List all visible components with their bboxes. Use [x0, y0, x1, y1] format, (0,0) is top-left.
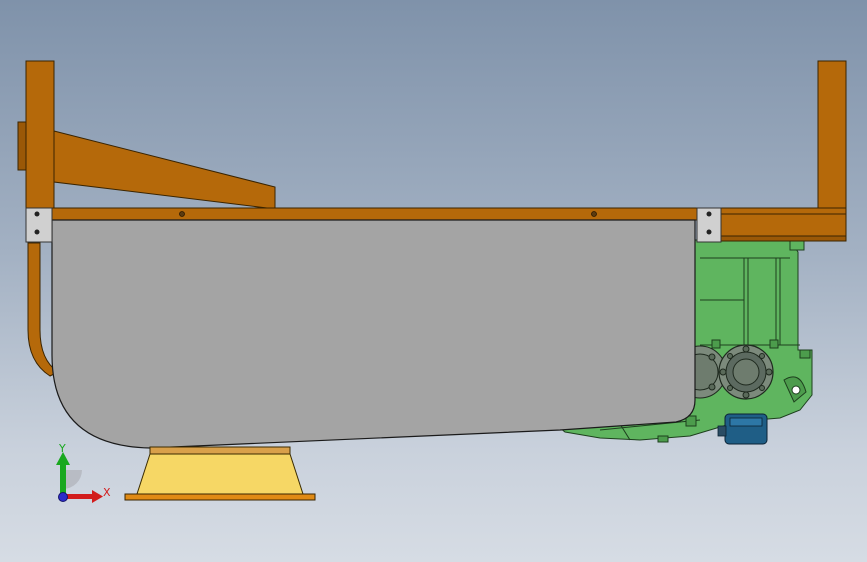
left-corner-bracket[interactable]: [25, 207, 53, 243]
x-axis-label: X: [103, 486, 111, 499]
y-axis-label: Y: [59, 442, 66, 455]
bearing-flange-right[interactable]: [718, 344, 774, 400]
diagonal-brace[interactable]: [53, 130, 276, 210]
left-frame-post[interactable]: [17, 60, 55, 212]
x-axis-arrow: [63, 490, 103, 503]
cad-viewport[interactable]: Y X: [0, 0, 867, 562]
right-beam-extension[interactable]: [719, 207, 847, 239]
right-corner-bracket[interactable]: [696, 207, 722, 243]
trough-body[interactable]: [51, 219, 696, 449]
discharge-hopper[interactable]: [124, 446, 316, 501]
z-axis-dot: [58, 492, 68, 502]
right-frame-post[interactable]: [817, 60, 847, 212]
top-beam[interactable]: [49, 207, 701, 221]
coordinate-triad: [56, 452, 103, 503]
cad-model-drawing[interactable]: [0, 0, 867, 562]
drive-motor[interactable]: [717, 413, 768, 445]
